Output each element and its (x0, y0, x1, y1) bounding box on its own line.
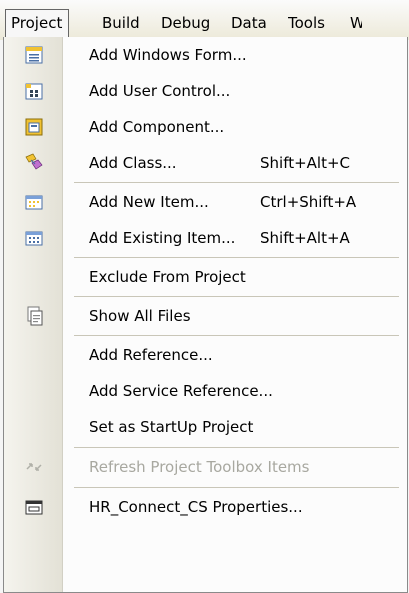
menu-item-shortcut (260, 449, 395, 485)
menu-item-add-user-control[interactable]: Add User Control... (4, 73, 407, 109)
menu-item-label: Add Existing Item... (89, 229, 236, 247)
menu-item-shortcut (260, 489, 395, 525)
menu-item-add-component[interactable]: Add Component... (4, 109, 407, 145)
menu-item-label: Set as StartUp Project (89, 418, 254, 436)
class-icon (24, 153, 44, 173)
menu-item-project-properties[interactable]: HR_Connect_CS Properties... (4, 489, 407, 525)
menu-item-add-service-reference[interactable]: Add Service Reference... (4, 373, 407, 409)
menu-data[interactable]: Data (231, 10, 267, 37)
menu-item-add-reference[interactable]: Add Reference... (4, 337, 407, 373)
menu-separator (74, 487, 399, 488)
menu-item-show-all-files[interactable]: Show All Files (4, 298, 407, 334)
menu-item-shortcut (260, 298, 395, 334)
menu-item-add-windows-form[interactable]: Add Windows Form... (4, 37, 407, 73)
properties-icon (24, 497, 44, 517)
menu-separator (74, 257, 399, 258)
menu-item-set-as-startup-project[interactable]: Set as StartUp Project (4, 409, 407, 445)
menu-build[interactable]: Build (102, 10, 140, 37)
menu-item-add-existing-item[interactable]: Add Existing Item... Shift+Alt+A (4, 220, 407, 256)
component-icon (24, 117, 44, 137)
menu-item-label: Add User Control... (89, 82, 231, 100)
menu-item-shortcut: Shift+Alt+A (260, 229, 350, 247)
menu-item-shortcut (260, 337, 395, 373)
menu-item-label: Add Reference... (89, 346, 213, 364)
menu-item-shortcut (260, 259, 395, 295)
menu-item-label: Add New Item... (89, 193, 209, 211)
menu-separator (74, 182, 399, 183)
menu-item-shortcut (260, 73, 395, 109)
menu-separator (74, 296, 399, 297)
menu-debug[interactable]: Debug (161, 10, 210, 37)
menu-item-shortcut: Ctrl+Shift+A (260, 193, 357, 211)
menu-item-add-class[interactable]: Add Class... Shift+Alt+C (4, 145, 407, 181)
menu-tools[interactable]: Tools (288, 10, 325, 37)
menu-item-shortcut (260, 373, 395, 409)
menu-item-exclude-from-project[interactable]: Exclude From Project (4, 259, 407, 295)
existing-item-icon (24, 228, 44, 248)
menu-item-shortcut (260, 37, 395, 73)
menu-item-shortcut (260, 109, 395, 145)
menu-bar: Project Build Debug Data Tools W (0, 0, 409, 40)
menu-item-label: Add Service Reference... (89, 382, 273, 400)
menu-item-shortcut: Shift+Alt+C (260, 154, 351, 172)
menu-item-refresh-project-toolbox-items: Refresh Project Toolbox Items (4, 449, 407, 485)
menu-window-partial[interactable]: W (350, 10, 362, 37)
menu-item-shortcut (260, 409, 395, 445)
menu-item-label: Add Class... (89, 154, 177, 172)
menu-separator (74, 447, 399, 448)
menu-separator (74, 335, 399, 336)
menu-item-label: Add Component... (89, 118, 225, 136)
refresh-toolbox-icon (24, 457, 44, 477)
user-control-icon (24, 81, 44, 101)
menu-project[interactable]: Project (5, 9, 70, 38)
show-all-files-icon (24, 306, 44, 326)
menu-item-label: Add Windows Form... (89, 46, 247, 64)
menu-item-label: Exclude From Project (89, 268, 246, 286)
menu-item-label: Show All Files (89, 307, 191, 325)
project-menu-dropdown: Add Windows Form... Add User Control... (3, 37, 408, 593)
windows-form-icon (24, 45, 44, 65)
new-item-icon (24, 192, 44, 212)
menu-item-add-new-item[interactable]: Add New Item... Ctrl+Shift+A (4, 184, 407, 220)
